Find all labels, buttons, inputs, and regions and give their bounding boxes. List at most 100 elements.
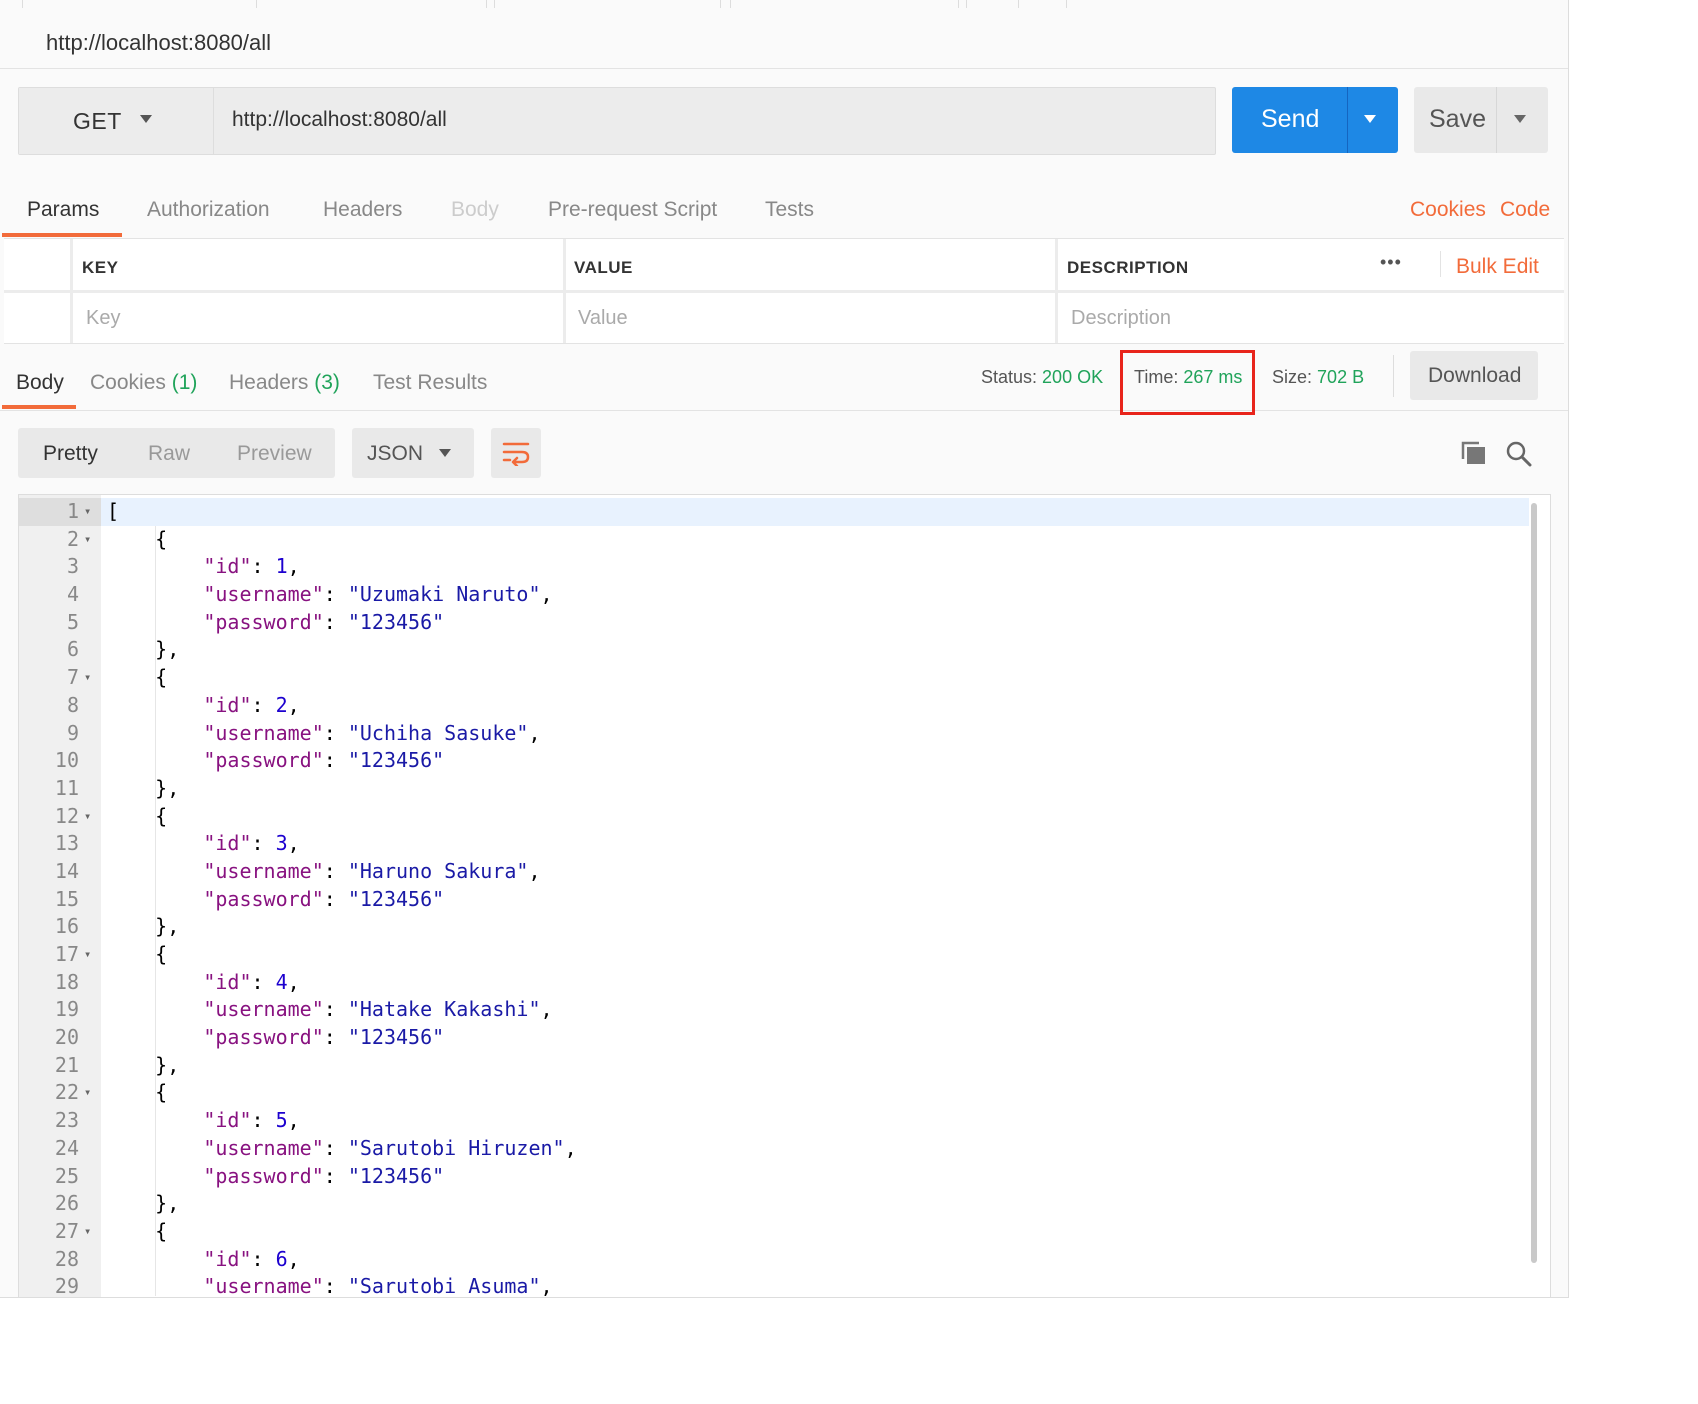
code-line: 20 "password": "123456" bbox=[19, 1024, 1529, 1052]
format-label: JSON bbox=[367, 442, 424, 465]
caret-down-icon[interactable] bbox=[1363, 114, 1377, 124]
line-number: 10 bbox=[54, 748, 79, 773]
code-lines: 1 ▾[2 ▾ {3 "id": 1, 4 "username": "Uzumaki … bbox=[19, 498, 1529, 1297]
code-line: 6 }, bbox=[19, 636, 1529, 664]
code-line: 12 ▾ { bbox=[19, 803, 1529, 831]
view-preview[interactable]: Preview bbox=[237, 442, 312, 466]
response-tab-label: Cookies bbox=[90, 371, 166, 394]
code-text: }, bbox=[107, 775, 180, 800]
tab-headers[interactable]: Headers bbox=[323, 198, 402, 222]
more-options-icon[interactable]: ••• bbox=[1380, 252, 1402, 273]
line-number: 24 bbox=[54, 1135, 79, 1160]
line-number: 6 bbox=[66, 637, 79, 662]
code-line: 3 "id": 1, bbox=[19, 553, 1529, 581]
code-text: "username": "Sarutobi Hiruzen", bbox=[203, 1135, 577, 1160]
code-link[interactable]: Code bbox=[1500, 198, 1550, 222]
code-text: }, bbox=[107, 914, 180, 939]
code-text: "username": "Uchiha Sasuke", bbox=[203, 720, 541, 745]
size-label: Size: bbox=[1272, 367, 1313, 387]
save-divider bbox=[1496, 87, 1497, 153]
size-value: 702 B bbox=[1317, 367, 1365, 387]
response-tab-cookies[interactable]: Cookies (1) bbox=[90, 371, 197, 395]
bulk-edit-link[interactable]: Bulk Edit bbox=[1456, 255, 1539, 279]
description-header: DESCRIPTION bbox=[1067, 258, 1189, 277]
tab-pre-request-script[interactable]: Pre-request Script bbox=[548, 198, 717, 222]
line-number: 16 bbox=[54, 914, 79, 939]
line-number: 23 bbox=[54, 1108, 79, 1133]
line-number: 17 bbox=[54, 942, 79, 966]
key-input[interactable]: Key bbox=[86, 307, 120, 330]
highlight-box bbox=[1120, 350, 1255, 415]
method-label: GET bbox=[73, 108, 122, 134]
tab-body[interactable]: Body bbox=[451, 198, 499, 222]
code-text: "id": 3, bbox=[203, 831, 300, 856]
code-text: "id": 5, bbox=[203, 1108, 300, 1133]
search-icon[interactable] bbox=[1505, 440, 1533, 468]
fold-arrow-icon[interactable]: ▾ bbox=[84, 1079, 91, 1107]
code-line: 23 "id": 5, bbox=[19, 1107, 1529, 1135]
code-line: 18 "id": 4, bbox=[19, 969, 1529, 997]
send-label: Send bbox=[1261, 105, 1320, 133]
code-text: "password": "123456" bbox=[203, 609, 445, 634]
save-button[interactable]: Save bbox=[1414, 87, 1548, 153]
method-select[interactable]: GET bbox=[19, 88, 214, 154]
line-number: 22 bbox=[54, 1080, 79, 1105]
format-select[interactable]: JSON bbox=[352, 428, 474, 478]
url-input[interactable]: http://localhost:8080/all bbox=[232, 108, 447, 132]
view-raw[interactable]: Raw bbox=[148, 442, 190, 466]
description-input[interactable]: Description bbox=[1071, 307, 1171, 330]
line-number: 19 bbox=[54, 997, 79, 1022]
line-number: 2 bbox=[66, 526, 79, 551]
line-number: 15 bbox=[54, 886, 79, 911]
copy-icon[interactable] bbox=[1460, 440, 1488, 466]
view-pretty[interactable]: Pretty bbox=[43, 442, 98, 466]
value-header: VALUE bbox=[574, 258, 633, 277]
code-text: { bbox=[107, 665, 168, 690]
cookies-link[interactable]: Cookies bbox=[1410, 198, 1486, 222]
send-button[interactable]: Send bbox=[1232, 87, 1398, 153]
code-text: }, bbox=[107, 1191, 180, 1216]
fold-arrow-icon[interactable]: ▾ bbox=[84, 526, 91, 554]
response-tab-test-results[interactable]: Test Results bbox=[373, 371, 487, 395]
response-body-editor[interactable]: 1 ▾[2 ▾ {3 "id": 1, 4 "username": "Uzumaki … bbox=[18, 494, 1551, 1297]
status-label: Status: bbox=[981, 367, 1038, 387]
download-button[interactable]: Download bbox=[1410, 351, 1538, 400]
fold-arrow-icon[interactable]: ▾ bbox=[84, 664, 91, 692]
code-line: 19 "username": "Hatake Kakashi", bbox=[19, 996, 1529, 1024]
code-line: 5 "password": "123456" bbox=[19, 609, 1529, 637]
tab-authorization[interactable]: Authorization bbox=[147, 198, 270, 222]
code-text: { bbox=[107, 526, 168, 551]
code-text: "id": 6, bbox=[203, 1246, 300, 1271]
code-line: 15 "password": "123456" bbox=[19, 886, 1529, 914]
fold-arrow-icon[interactable]: ▾ bbox=[84, 941, 91, 969]
line-number: 20 bbox=[54, 1025, 79, 1050]
code-text: }, bbox=[107, 1052, 180, 1077]
fold-arrow-icon[interactable]: ▾ bbox=[84, 1218, 91, 1246]
request-title: http://localhost:8080/all bbox=[46, 30, 272, 55]
code-line: 4 "username": "Uzumaki Naruto", bbox=[19, 581, 1529, 609]
code-line: 21 }, bbox=[19, 1052, 1529, 1080]
code-text: "username": "Uzumaki Naruto", bbox=[203, 582, 553, 607]
fold-arrow-icon[interactable]: ▾ bbox=[84, 803, 91, 831]
wrap-lines-button[interactable] bbox=[491, 428, 541, 478]
line-number: 4 bbox=[66, 582, 79, 607]
response-tab-body[interactable]: Body bbox=[16, 371, 64, 395]
url-bar: GET http://localhost:8080/all bbox=[18, 87, 1216, 155]
caret-down-icon[interactable] bbox=[1513, 114, 1527, 124]
value-input[interactable]: Value bbox=[578, 307, 628, 330]
tab-tests[interactable]: Tests bbox=[765, 198, 814, 222]
line-number: 7 bbox=[66, 665, 79, 690]
view-mode-switch: Pretty Raw Preview bbox=[18, 428, 335, 478]
line-number: 18 bbox=[54, 969, 79, 994]
code-text: "password": "123456" bbox=[203, 886, 445, 911]
vertical-scrollbar[interactable] bbox=[1531, 503, 1537, 1263]
code-line: 13 "id": 3, bbox=[19, 830, 1529, 858]
code-text: "username": "Hatake Kakashi", bbox=[203, 997, 553, 1022]
response-tab-headers[interactable]: Headers (3) bbox=[229, 371, 340, 395]
caret-down-icon bbox=[140, 115, 152, 123]
status-readout: Status: 200 OK bbox=[981, 367, 1103, 388]
fold-arrow-icon[interactable]: ▾ bbox=[84, 498, 91, 526]
tab-params[interactable]: Params bbox=[27, 198, 99, 222]
send-divider bbox=[1347, 87, 1348, 153]
size-readout: Size: 702 B bbox=[1272, 367, 1364, 388]
